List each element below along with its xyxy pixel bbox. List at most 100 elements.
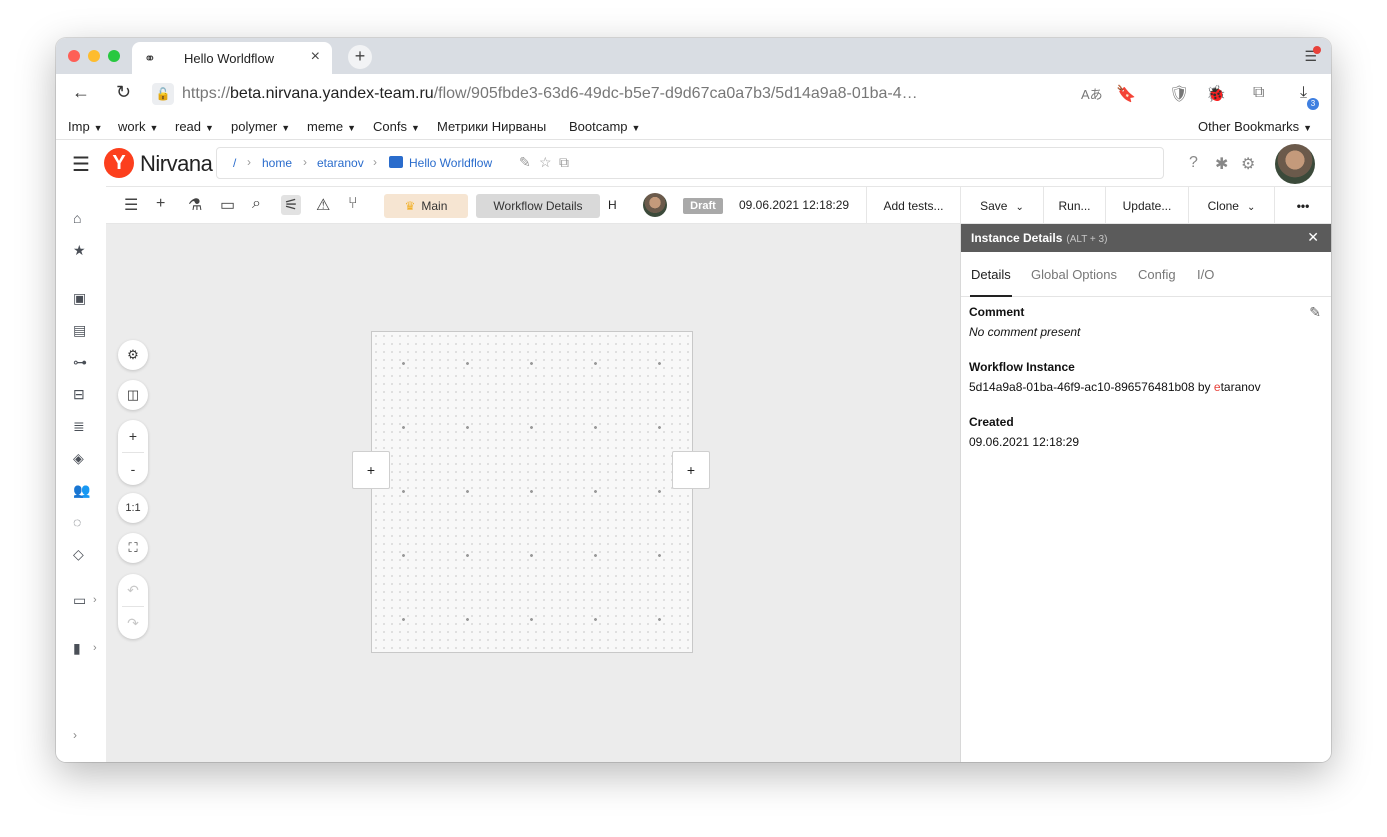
minimize-window-button[interactable] [88,50,100,62]
bookmark-icon[interactable]: 🔖 [1116,84,1136,104]
edit-comment-pencil-icon[interactable]: ✎ [1309,304,1321,321]
user-link[interactable]: e [1214,380,1221,394]
url-scheme: https:// [182,85,231,102]
copy-icon[interactable]: ⧉ [559,154,569,171]
people-icon[interactable]: 👥 [73,482,90,499]
maximize-window-button[interactable] [108,50,120,62]
favorites-folder-icon[interactable]: ★ [73,242,86,259]
undo-icon[interactable]: ↶ [118,574,148,606]
add-tests-button[interactable]: Add tests... [866,187,960,225]
bookmark-link[interactable]: Метрики Нирваны [437,119,546,134]
zoom-out-button[interactable]: - [118,453,148,485]
security-shield-icon[interactable]: ◈ [73,450,84,467]
home-folder-icon[interactable]: ⌂ [73,210,81,226]
yandex-logo[interactable]: Y [104,148,134,178]
search-icon[interactable]: ⌕ [252,195,261,213]
chevron-right-icon[interactable]: › [93,594,97,606]
run-button[interactable]: Run... [1043,187,1105,225]
zoom-in-button[interactable]: + [118,420,148,452]
sidebar-extension-icon[interactable]: ⧉ [1253,84,1264,102]
flask-icon[interactable]: ⚗ [188,195,202,215]
user-avatar[interactable] [1275,144,1315,184]
user-folder-icon[interactable]: ▣ [73,290,86,307]
store-icon[interactable]: ⊟ [73,386,85,403]
zoom-reset-button[interactable]: 1:1 [118,493,148,523]
reload-icon[interactable]: ↻ [116,82,131,103]
bookmark-folder[interactable]: Bootcamp ▼ [569,119,640,134]
history-controls: ↶ ↷ [118,574,148,639]
edit-pencil-icon[interactable]: ✎ [519,154,531,171]
browser-menu-icon[interactable]: ☰ [1304,46,1321,65]
calendar-icon[interactable]: ▭ [220,195,235,215]
url-field[interactable]: https://beta.nirvana.yandex-team.ru/flow… [182,85,918,103]
add-block-right-button[interactable]: + [672,451,710,489]
menu-list-icon[interactable]: ☰ [124,195,138,215]
url-path: /flow/905fbde3-63d6-49dc-b5e7-d9d67ca0a7… [433,85,918,102]
expand-rail-icon[interactable]: › [73,728,77,742]
settings-gear-icon[interactable]: ⚙ [1241,154,1255,174]
tab-close-icon[interactable]: × [311,48,320,66]
redo-icon[interactable]: ↷ [118,607,148,639]
breadcrumb-user[interactable]: etaranov [317,156,364,170]
breadcrumb-home[interactable]: home [262,156,292,170]
bookmark-folder[interactable]: meme ▼ [307,119,356,134]
calendar-icon[interactable]: ▭ [73,592,86,609]
sliders-icon[interactable]: ⚟ [281,195,302,215]
refresh-circle-icon[interactable]: ◌ [73,514,81,530]
workflow-folder-icon[interactable]: ▤ [73,322,86,339]
fit-to-screen-icon[interactable]: ⛶ [118,533,148,563]
hamburger-menu-icon[interactable]: ☰ [72,152,90,177]
tab-config[interactable]: Config [1138,267,1176,282]
new-tab-button[interactable]: + [348,45,372,69]
warning-icon[interactable]: ⚠ [316,195,330,215]
breadcrumb-root[interactable]: / [233,156,236,170]
back-arrow-icon[interactable]: ← [72,82,90,103]
created-value: 09.06.2021 12:18:29 [969,435,1080,449]
tab-io[interactable]: I/O [1197,267,1214,282]
breadcrumb-workflow[interactable]: Hello Worldflow [389,156,492,170]
close-window-button[interactable] [68,50,80,62]
clone-button[interactable]: Clone ⌄ [1188,187,1274,225]
bookmarks-bar: Imp ▼ work ▼ read ▼ polymer ▼ meme ▼ Confs ▼ М… [56,114,1331,140]
more-options-button[interactable]: ••• [1274,187,1331,225]
bookmark-folder[interactable]: work ▼ [118,119,158,134]
bookmark-folder[interactable]: read ▼ [175,119,214,134]
shield-extension-icon[interactable]: 🛡 [1169,84,1189,104]
layout-panels-icon[interactable]: ◫ [118,380,148,410]
bookmark-folder[interactable]: Confs ▼ [373,119,420,134]
chevron-right-icon[interactable]: › [93,642,97,654]
layers-icon[interactable]: ◇ [73,546,84,563]
downloads-icon[interactable]: ⤓ [1300,84,1307,102]
other-bookmarks[interactable]: Other Bookmarks ▼ [1198,119,1312,134]
bookmark-folder[interactable]: Imp ▼ [68,119,103,134]
close-panel-icon[interactable]: ✕ [1307,229,1319,246]
database-icon[interactable]: ≣ [73,418,85,435]
main-branch-button[interactable]: ♛ Main [384,194,468,218]
bookmark-rail-icon[interactable]: ▮ [73,640,81,657]
add-icon[interactable]: + [156,195,165,213]
translate-icon[interactable]: Aあ [1081,84,1103,103]
nirvana-logo-text[interactable]: Nirvana [140,151,213,177]
browser-tab[interactable]: ⚭ Hello Worldflow × [132,42,332,74]
help-icon[interactable]: ? [1189,154,1198,172]
update-button[interactable]: Update... [1105,187,1188,225]
save-button[interactable]: Save ⌄ [960,187,1043,225]
branch-icon[interactable]: ⑂ [348,195,358,213]
bookmark-icon[interactable]: ☆ [539,154,552,171]
workflow-toolbar: ☰ + ⚗ ▭ ⌕ ⚟ ⚠ ⑂ ♛ Main Workflow Details H… [106,186,1331,225]
workflow-canvas[interactable]: ⚙ ◫ + - 1:1 ⛶ ↶ ↷ + + [106,224,960,762]
author-avatar[interactable] [643,193,667,217]
chevron-down-icon: ⌄ [1246,202,1256,213]
graph-icon[interactable]: ⊶ [73,354,87,371]
workflow-sheet[interactable] [371,331,693,653]
lock-icon[interactable]: 🔓 [152,83,174,105]
bookmark-folder[interactable]: polymer ▼ [231,119,290,134]
canvas-settings-gear-icon[interactable]: ⚙ [118,340,148,370]
tab-details[interactable]: Details [971,267,1011,282]
bug-extension-icon[interactable]: 🐞 [1206,84,1226,104]
nirvana-favicon-icon: ⚭ [144,50,156,66]
add-block-left-button[interactable]: + [352,451,390,489]
bug-report-icon[interactable]: ✱ [1215,154,1228,174]
workflow-details-button[interactable]: Workflow Details [476,194,600,218]
tab-global-options[interactable]: Global Options [1031,267,1117,282]
